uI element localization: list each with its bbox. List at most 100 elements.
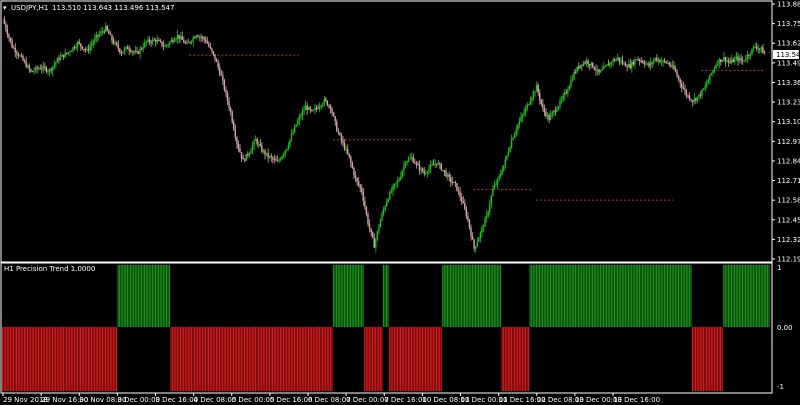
hist-bar-down [206,327,208,391]
bear-candle [724,57,727,62]
bull-candle [262,150,265,152]
hist-bar-up [598,265,600,327]
hist-bar-up [621,265,623,327]
bull-candle [395,182,397,184]
hist-bar-down [367,327,369,391]
bear-candle [659,59,661,63]
bear-candle [740,58,742,61]
bull-candle [442,169,444,171]
hist-bar-down [520,327,522,391]
hist-bar-down [37,327,39,391]
bull-candle [278,160,280,162]
hist-bar-down [114,327,116,391]
hist-bar-down [325,327,327,391]
bull-candle [666,62,669,64]
dropdown-arrow-icon[interactable]: ▾ [3,4,7,12]
hist-bar-up [120,265,122,327]
bull-candle [51,66,54,71]
bull-candle [410,157,413,159]
bull-candle [105,25,107,32]
hist-bar-down [297,327,299,391]
hist-bar-down [211,327,213,391]
indicator-axis-top: 1 [777,264,781,272]
bull-candle [26,65,29,68]
hist-bar-down [2,327,4,391]
hist-bar-down [247,327,249,391]
hist-bar-down [173,327,175,391]
hist-bar-up [592,265,594,327]
hist-bar-down [290,327,292,391]
bear-candle [325,98,327,101]
hist-bar-down [187,327,189,391]
hist-bar-down [423,327,425,391]
bull-candle [609,62,611,66]
bull-candle [582,62,585,66]
hist-bar-up [340,265,342,327]
bear-candle [460,197,463,202]
bull-candle [114,42,116,44]
hist-bar-down [410,327,413,391]
bear-candle [218,67,221,75]
hist-bar-up [643,265,645,327]
bear-candle [538,92,541,100]
time-tick-label: 5 Dec 00:00 [232,396,275,404]
hist-bar-up [578,265,580,327]
bull-candle [493,185,496,189]
bull-candle [381,213,383,220]
bear-candle [663,60,666,62]
hist-bar-down [695,327,697,391]
hist-bar-down [62,327,64,391]
bull-candle [520,117,522,122]
bull-candle [323,98,325,104]
hist-bar-up [361,265,363,327]
time-tick-label: 7 Dec 16:00 [384,396,427,404]
hist-bar-up [450,265,452,327]
bear-candle [200,36,202,38]
bear-candle [11,41,13,48]
bull-candle [123,48,126,52]
hist-bar-up [339,265,341,327]
hist-bar-up [540,265,542,327]
hist-bar-down [6,327,8,391]
bull-candle [523,112,525,115]
hist-bar-down [108,327,110,391]
hist-bar-down [428,327,430,391]
hist-bar-up [147,265,149,327]
hist-bar-down [72,327,74,391]
bear-candle [648,63,650,67]
hist-bar-down [217,327,219,391]
trading-chart[interactable]: ▾ USDJPY,H1 113.510 113.643 113.496 113.… [0,0,800,405]
bull-candle [304,105,307,111]
current-price-label: 113.547 [776,51,800,59]
hist-bar-up [565,265,567,327]
hist-bar-down [261,327,263,391]
bear-candle [315,108,318,110]
price-tick-label: 112.840 [777,157,800,165]
bear-candle [226,92,229,101]
bear-candle [684,88,686,91]
hist-bar-down [282,327,285,391]
bull-candle [401,170,404,177]
bull-candle [170,40,172,42]
bear-candle [208,43,210,47]
hist-bar-down [435,327,438,391]
hist-bar-up [596,265,598,327]
hist-bar-down [273,327,275,391]
bear-candle [16,52,18,55]
bull-candle [282,153,285,157]
bear-candle [41,68,43,70]
bear-candle [370,228,372,233]
hist-bar-down [318,327,320,391]
hist-bar-down [406,327,408,391]
hist-bar-up [164,265,166,327]
bear-candle [126,47,129,50]
hist-bar-down [19,327,21,391]
hist-bar-down [440,327,442,391]
hist-bar-up [342,265,344,327]
hist-bar-up [542,265,544,327]
hist-bar-down [198,327,200,391]
hist-bar-down [44,327,46,391]
hist-bar-down [287,327,289,391]
bear-candle [632,62,635,65]
hist-bar-up [487,265,489,327]
